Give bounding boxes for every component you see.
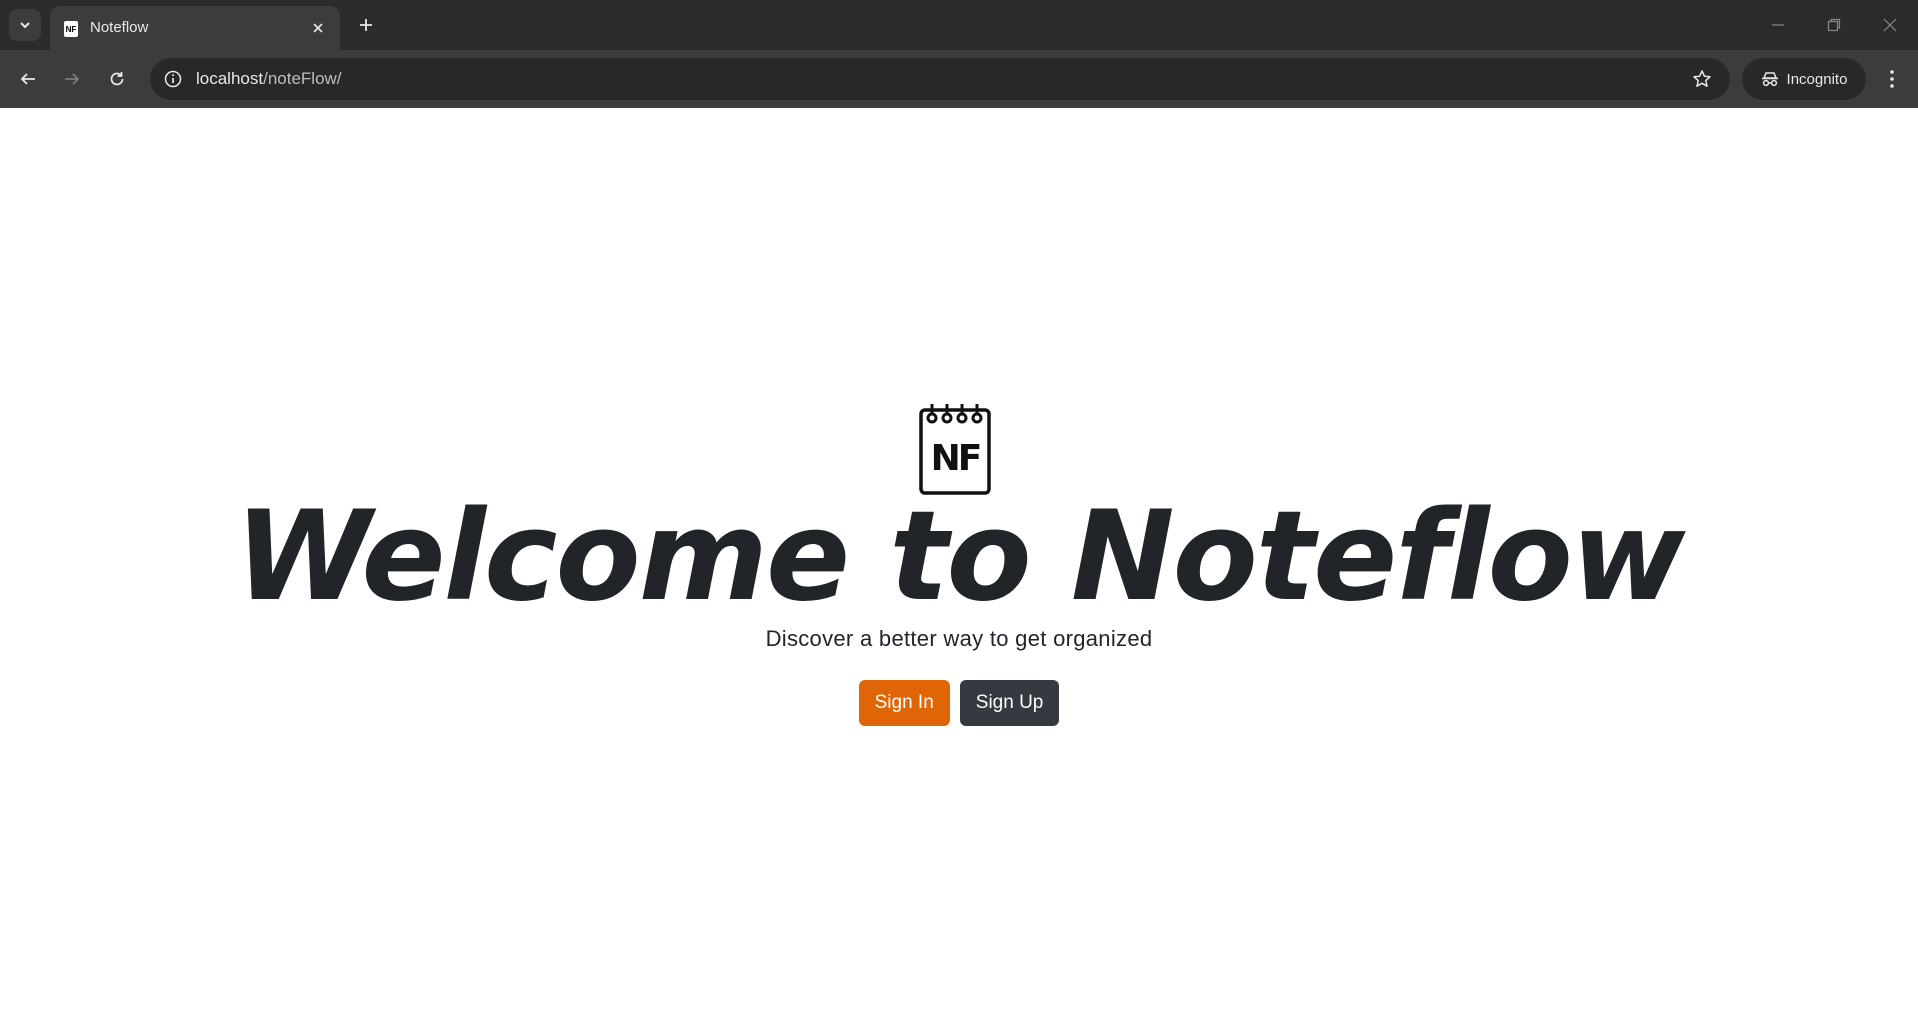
chevron-down-icon [20,22,30,29]
minimize-button[interactable] [1758,10,1798,40]
reload-button[interactable] [101,63,133,95]
site-info-button[interactable] [160,66,186,92]
restore-icon [1827,18,1841,32]
favicon-icon: NF [64,21,78,37]
info-icon [164,70,182,88]
close-icon [313,23,323,33]
forward-button[interactable] [56,63,88,95]
url-text: localhost/noteFlow/ [196,69,342,89]
page-subtitle: Discover a better way to get organized [765,626,1153,651]
browser-toolbar: localhost/noteFlow/ Incognito [0,50,1918,108]
reload-icon [110,72,124,86]
window-close-button[interactable] [1870,10,1910,40]
incognito-label: Incognito [1786,70,1848,88]
back-button[interactable] [12,63,44,95]
star-icon [1693,70,1711,87]
auth-button-group: Sign In Sign Up [0,680,1918,726]
window-close-icon [1883,18,1897,32]
tab-noteflow[interactable]: NF Noteflow [50,6,340,50]
restore-button[interactable] [1814,10,1854,40]
page-title: Welcome to Noteflow [234,485,1686,629]
sign-up-button[interactable]: Sign Up [959,680,1060,726]
noteflow-logo: NF [919,404,991,495]
logo-text: NF [931,438,980,479]
page-body: NF Welcome to Noteflow Discover a better… [0,108,1918,1016]
address-bar[interactable]: localhost/noteFlow/ [150,58,1730,100]
back-arrow-icon [20,73,35,85]
tab-close-button[interactable] [308,18,328,38]
url-host: localhost [196,69,264,88]
url-path: /noteFlow/ [263,69,342,88]
tab-title: Noteflow [90,19,149,36]
incognito-button[interactable]: Incognito [1742,58,1866,100]
bookmark-button[interactable] [1690,67,1714,91]
tab-strip: NF Noteflow [0,0,1918,50]
incognito-icon [1761,72,1778,87]
forward-arrow-icon [65,73,80,85]
new-tab-button[interactable] [352,11,380,39]
browser-menu-button[interactable] [1876,63,1908,95]
sign-in-button[interactable]: Sign In [858,680,950,726]
minimize-icon [1772,24,1784,26]
kebab-menu-icon [1890,70,1894,88]
plus-icon [360,19,372,31]
tab-search-button[interactable] [9,9,41,41]
